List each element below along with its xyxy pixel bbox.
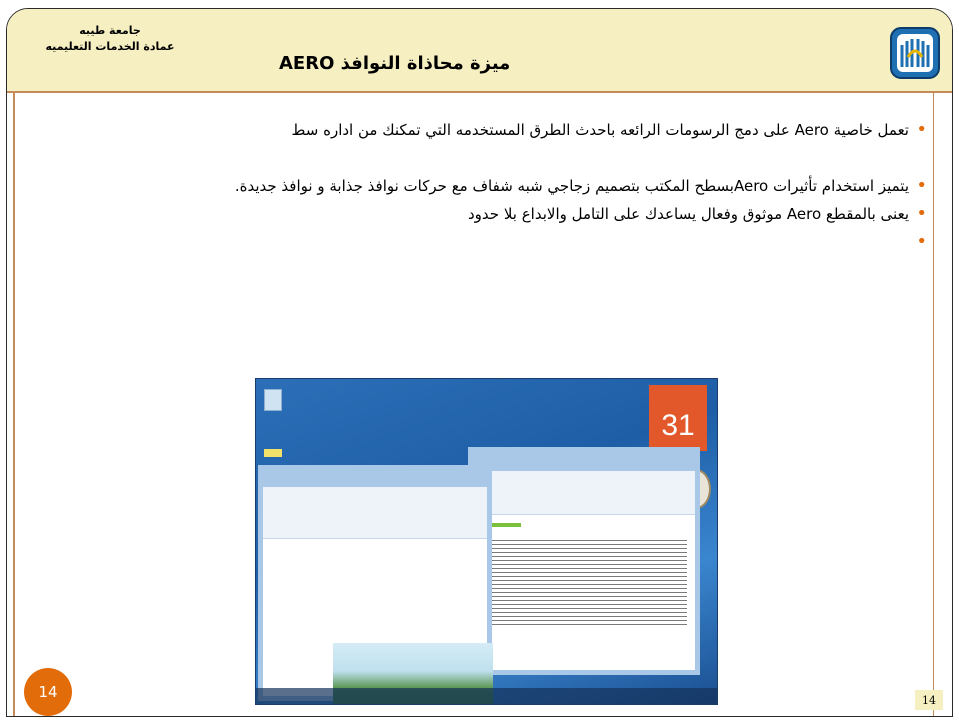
ribbon: [263, 487, 487, 539]
bullet-item: يتميز استخدام تأثيرات Aeroبسطح المكتب بت…: [67, 177, 927, 195]
folder-icon: [264, 449, 282, 457]
bullet-list: تعمل خاصية Aero على دمج الرسومات الرائعه…: [67, 121, 927, 251]
word-window-back: [468, 447, 700, 675]
taskbar: [256, 688, 717, 704]
word-window-front: [258, 465, 493, 704]
calendar-gadget: 31: [649, 385, 707, 451]
document-text: [481, 537, 687, 627]
university-line-1: جامعة طيبه: [79, 24, 141, 37]
header-band: جامعة طيبه عمادة الخدمات التعليميه ميزة …: [7, 9, 952, 93]
slide-title: ميزة محاذاة النوافذ AERO: [279, 53, 511, 74]
windows-aero-screenshot: 31: [255, 378, 718, 705]
bullet-item: يعنى بالمقطع Aero موثوق وفعال يساعدك على…: [67, 205, 927, 223]
slide-number-badge: 14: [24, 668, 72, 716]
page-number: 14: [915, 690, 943, 710]
recycle-bin-icon: [264, 389, 282, 411]
bullet-item: تعمل خاصية Aero على دمج الرسومات الرائعه…: [67, 121, 927, 139]
university-line-2: عمادة الخدمات التعليميه: [45, 40, 175, 53]
right-rule: [932, 93, 934, 716]
university-logo-icon: [890, 27, 940, 79]
left-rule: [13, 93, 15, 716]
ribbon: [473, 471, 695, 515]
university-name: جامعة طيبه عمادة الخدمات التعليميه: [25, 23, 195, 55]
